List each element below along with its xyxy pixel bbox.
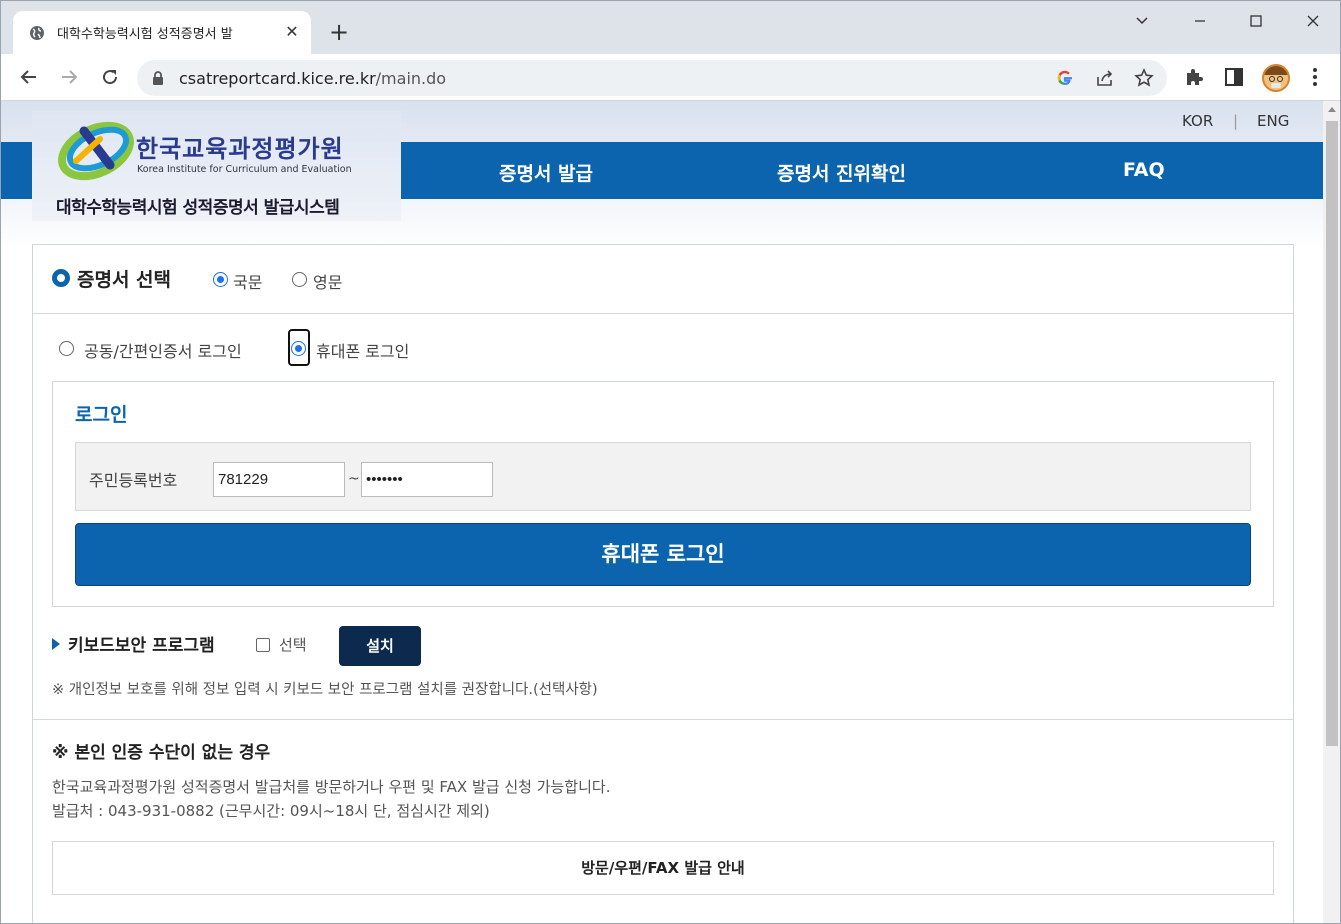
radio-phone-login[interactable] <box>291 341 306 356</box>
login-box: 로그인 주민등록번호 781229 ~ ••••••• 휴대폰 로그인 <box>52 381 1274 607</box>
forward-icon[interactable] <box>56 64 82 90</box>
lock-icon[interactable] <box>151 70 165 86</box>
keyboard-security-checkbox[interactable] <box>256 638 270 652</box>
visit-mail-fax-guide-button[interactable]: 방문/우편/FAX 발급 안내 <box>52 841 1274 895</box>
resident-number-label: 주민등록번호 <box>89 471 178 490</box>
resident-number-row: 주민등록번호 781229 ~ ••••••• <box>75 442 1251 511</box>
radio-english-label[interactable]: 영문 <box>313 269 342 293</box>
menu-icon[interactable] <box>1304 66 1326 88</box>
nav-verify-certificate[interactable]: 증명서 진위확인 <box>777 159 906 186</box>
new-tab-button[interactable]: + <box>327 20 351 45</box>
nav-issue-certificate[interactable]: 증명서 발급 <box>499 159 593 186</box>
phone-login-button[interactable]: 휴대폰 로그인 <box>75 523 1251 586</box>
browser-window: 대학수학능력시험 성적증명서 발 ✕ + csatreportcard.kice… <box>0 0 1341 924</box>
kice-logo-icon <box>58 121 134 181</box>
lang-separator: | <box>1233 112 1239 130</box>
scrollbar[interactable] <box>1323 101 1340 923</box>
url-text[interactable]: csatreportcard.kice.re.kr/main.do <box>179 69 446 88</box>
globe-icon <box>30 26 44 40</box>
reload-icon[interactable] <box>97 64 123 90</box>
side-panel-icon[interactable] <box>1223 66 1245 88</box>
install-button[interactable]: 설치 <box>339 626 421 666</box>
no-auth-means-line1: 한국교육과정평가원 성적증명서 발급처를 방문하거나 우편 및 FAX 발급 신… <box>52 778 611 796</box>
minimize-button[interactable] <box>1185 9 1215 33</box>
radio-english[interactable] <box>292 272 307 287</box>
divider <box>33 313 1293 314</box>
avatar[interactable] <box>1262 64 1290 92</box>
tab-close-icon[interactable]: ✕ <box>283 23 301 41</box>
google-icon[interactable] <box>1055 68 1075 88</box>
section-bullet-icon <box>52 269 70 287</box>
browser-tab[interactable]: 대학수학능력시험 성적증명서 발 ✕ <box>13 11 311 54</box>
no-auth-means-title: ※ 본인 인증 수단이 없는 경우 <box>52 743 271 763</box>
site-logo[interactable]: 한국교육과정평가원 Korea Institute for Curriculum… <box>32 111 401 221</box>
radio-phone-login-label[interactable]: 휴대폰 로그인 <box>316 338 409 362</box>
page-viewport: KOR | ENG 증명서 발급 증명서 진위확인 FAQ 한국교육과정평가원 … <box>1 101 1323 923</box>
address-bar[interactable]: csatreportcard.kice.re.kr/main.do <box>137 60 1167 96</box>
url-host: csatreportcard.kice.re.kr <box>179 69 376 88</box>
scrollbar-thumb[interactable] <box>1326 121 1338 746</box>
browser-toolbar: csatreportcard.kice.re.kr/main.do <box>1 54 1340 101</box>
logo-english-name: Korea Institute for Curriculum and Evalu… <box>137 164 352 175</box>
keyboard-security-title: 키보드보안 프로그램 <box>68 636 215 656</box>
url-path: /main.do <box>375 69 447 88</box>
share-icon[interactable] <box>1095 68 1115 88</box>
no-auth-means-line2: 발급처 : 043-931-0882 (근무시간: 09시~18시 단, 점심시… <box>52 802 490 820</box>
system-name: 대학수학능력시험 성적증명서 발급시스템 <box>56 198 340 218</box>
certificate-select-title: 증명서 선택 <box>77 269 172 291</box>
tab-strip: 대학수학능력시험 성적증명서 발 ✕ + <box>1 1 1340 54</box>
radio-cert-login-label[interactable]: 공동/간편인증서 로그인 <box>84 338 242 362</box>
logo-korean-name: 한국교육과정평가원 <box>136 135 344 163</box>
keyboard-security-checkbox-label[interactable]: 선택 <box>279 634 307 655</box>
close-window-button[interactable] <box>1298 9 1328 33</box>
keyboard-security-note: ※ 개인정보 보호를 위해 정보 입력 시 키보드 보안 프로그램 설치를 권장… <box>52 682 598 698</box>
star-icon[interactable] <box>1134 68 1154 88</box>
lang-eng-link[interactable]: ENG <box>1257 112 1289 130</box>
tab-title: 대학수학능력시험 성적증명서 발 <box>57 27 233 42</box>
scroll-up-icon[interactable] <box>1328 107 1336 112</box>
triangle-right-icon <box>52 638 60 650</box>
lang-kor-link[interactable]: KOR <box>1182 112 1213 130</box>
resident-number-front-input[interactable]: 781229 <box>213 462 345 497</box>
radio-korean[interactable] <box>213 272 228 287</box>
divider <box>33 719 1293 720</box>
radio-korean-label[interactable]: 국문 <box>233 269 262 293</box>
tab-search-icon[interactable] <box>1127 9 1157 33</box>
login-title: 로그인 <box>75 404 128 426</box>
main-panel: 증명서 선택 국문 영문 공동/간편인증서 로그인 휴대폰 로그인 로그인 주민… <box>32 244 1294 923</box>
maximize-button[interactable] <box>1241 9 1271 33</box>
nav-faq[interactable]: FAQ <box>1123 159 1165 181</box>
extensions-icon[interactable] <box>1183 66 1205 88</box>
resident-number-separator: ~ <box>348 471 360 487</box>
back-icon[interactable] <box>16 64 42 90</box>
radio-cert-login[interactable] <box>59 341 74 356</box>
resident-number-back-input[interactable]: ••••••• <box>361 462 493 497</box>
